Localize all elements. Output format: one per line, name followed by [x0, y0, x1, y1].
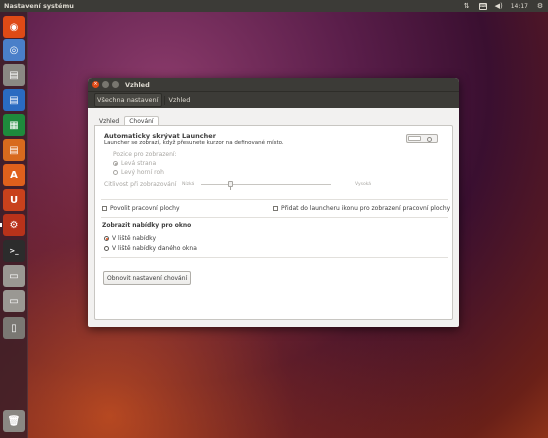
checkbox-icon: [102, 206, 107, 211]
workspaces-checkbox[interactable]: Povolit pracovní plochy: [102, 205, 180, 212]
toggle-knob: [408, 136, 421, 141]
breadcrumb: Všechna nastavení Vzhled: [88, 91, 459, 108]
app-menu-title[interactable]: Nastavení systému: [4, 2, 463, 10]
menus-global-label: V liště nabídky: [112, 235, 156, 242]
close-icon[interactable]: ×: [92, 81, 99, 88]
chromium-icon[interactable]: ◎: [3, 39, 25, 61]
reveal-topleft-label: Levý horní roh: [121, 169, 164, 176]
breadcrumb-all-settings[interactable]: Všechna nastavení: [94, 93, 162, 107]
sensitivity-slider[interactable]: [201, 184, 331, 185]
sensitivity-high-label: Vysoká: [355, 182, 372, 187]
reveal-left-label: Levá strana: [121, 160, 157, 167]
breadcrumb-separator: [163, 95, 165, 105]
keyboard-icon[interactable]: ⌨: [478, 2, 487, 10]
writer-icon[interactable]: ▤: [3, 89, 25, 111]
software-center-icon[interactable]: A: [3, 164, 25, 186]
divider: [101, 217, 448, 218]
divider: [101, 257, 448, 258]
sensitivity-low-label: Nízká: [182, 182, 195, 187]
workspaces-label: Povolit pracovní plochy: [110, 205, 180, 212]
autohide-heading: Automaticky skrývat Launcher: [104, 132, 216, 140]
radio-selected-icon: [104, 236, 109, 241]
drive-icon-1[interactable]: ▭: [3, 265, 25, 287]
behavior-panel: Automaticky skrývat Launcher Launcher se…: [94, 125, 453, 320]
menus-local-option[interactable]: V liště nabídky daného okna: [104, 245, 197, 252]
maximize-icon[interactable]: [112, 81, 119, 88]
drive-icon-2[interactable]: ▭: [3, 290, 25, 312]
impress-icon[interactable]: ▤: [3, 139, 25, 161]
tab-appearance[interactable]: Vzhled: [94, 116, 124, 125]
usb-icon[interactable]: ▯: [3, 317, 25, 339]
menus-heading: Zobrazit nabídky pro okno: [102, 222, 192, 229]
toggle-off-icon: [427, 136, 432, 142]
window-title: Vzhled: [125, 80, 150, 89]
reveal-left-option[interactable]: Levá strana: [113, 160, 156, 167]
network-icon[interactable]: ⇅: [463, 2, 471, 10]
radio-icon: [113, 170, 118, 175]
reveal-topleft-option[interactable]: Levý horní roh: [113, 169, 164, 176]
autohide-description: Launcher se zobrazí, když přesunete kurz…: [104, 140, 284, 146]
settings-window: × Vzhled Všechna nastavení Vzhled Vzhled…: [88, 78, 459, 327]
minimize-icon[interactable]: [102, 81, 109, 88]
clock[interactable]: 14:17: [511, 3, 528, 10]
calc-icon[interactable]: ▦: [3, 114, 25, 136]
terminal-icon[interactable]: >_: [3, 240, 25, 262]
show-desktop-label: Přidat do launcheru ikonu pro zobrazení …: [281, 205, 451, 212]
gear-icon[interactable]: ⚙: [536, 2, 544, 10]
active-app-indicator: [0, 223, 2, 227]
sensitivity-label: Citlivost při zobrazování: [104, 181, 177, 188]
menus-local-label: V liště nabídky daného okna: [112, 245, 197, 252]
dash-icon[interactable]: ◉: [3, 16, 25, 38]
launcher: ◉◎▤▤▦▤AU⚙>_▭▭▭▯🗑: [0, 12, 28, 438]
tab-bar: Vzhled Chování: [94, 116, 453, 125]
radio-icon: [113, 161, 118, 166]
breadcrumb-appearance[interactable]: Vzhled: [167, 94, 193, 106]
menus-global-option[interactable]: V liště nabídky: [104, 235, 156, 242]
window-titlebar[interactable]: × Vzhled: [88, 78, 459, 91]
reveal-location-label: Pozice pro zobrazení:: [113, 151, 177, 158]
reset-behavior-button[interactable]: Obnovit nastavení chování: [103, 271, 192, 285]
trash-icon[interactable]: 🗑: [3, 410, 25, 432]
autohide-toggle[interactable]: [406, 134, 438, 143]
tab-behavior[interactable]: Chování: [124, 116, 159, 125]
volume-icon[interactable]: ◀): [495, 2, 503, 10]
file-manager-icon[interactable]: ▤: [3, 64, 25, 86]
top-panel: Nastavení systému ⇅ ⌨ ◀) 14:17 ⚙: [0, 0, 548, 12]
ubuntu-one-icon[interactable]: U: [3, 189, 25, 211]
show-desktop-checkbox[interactable]: Přidat do launcheru ikonu pro zobrazení …: [273, 205, 450, 212]
radio-icon: [104, 246, 109, 251]
system-settings-icon[interactable]: ⚙: [3, 214, 25, 236]
divider: [101, 199, 448, 200]
checkbox-icon: [273, 206, 278, 211]
slider-tick: [230, 187, 231, 190]
